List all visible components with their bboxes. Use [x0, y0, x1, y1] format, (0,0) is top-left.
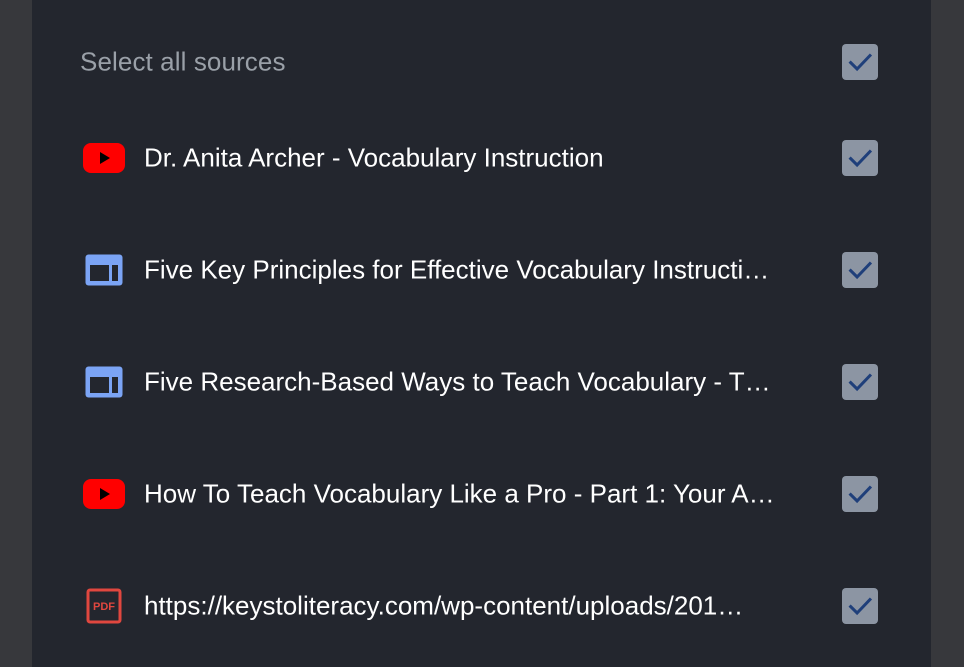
source-item[interactable]: Five Key Principles for Effective Vocabu… [32, 240, 931, 300]
web-article-icon [83, 252, 125, 288]
source-checkbox[interactable] [842, 588, 878, 624]
checkmark-icon [848, 261, 873, 280]
source-item[interactable]: How To Teach Vocabulary Like a Pro - Par… [32, 464, 931, 524]
source-title: Dr. Anita Archer - Vocabulary Instructio… [144, 142, 604, 173]
youtube-icon [83, 476, 125, 512]
source-title: https://keystoliteracy.com/wp-content/up… [144, 590, 744, 621]
checkmark-icon [848, 53, 873, 72]
source-checkbox[interactable] [842, 476, 878, 512]
source-checkbox[interactable] [842, 252, 878, 288]
sources-panel: Select all sources Dr. Anita Archer - Vo… [32, 0, 931, 667]
source-item[interactable]: Five Research-Based Ways to Teach Vocabu… [32, 352, 931, 412]
window-frame: Select all sources Dr. Anita Archer - Vo… [0, 0, 964, 667]
source-checkbox[interactable] [842, 364, 878, 400]
svg-text:PDF: PDF [93, 601, 115, 613]
source-title: Five Key Principles for Effective Vocabu… [144, 254, 770, 285]
source-item[interactable]: PDF https://keystoliteracy.com/wp-conten… [32, 576, 931, 636]
source-item[interactable]: Dr. Anita Archer - Vocabulary Instructio… [32, 128, 931, 188]
select-all-label: Select all sources [80, 46, 286, 77]
source-title: Five Research-Based Ways to Teach Vocabu… [144, 366, 771, 397]
source-checkbox[interactable] [842, 140, 878, 176]
select-all-checkbox[interactable] [842, 44, 878, 80]
checkmark-icon [848, 597, 873, 616]
source-title: How To Teach Vocabulary Like a Pro - Par… [144, 478, 775, 509]
web-article-icon [83, 364, 125, 400]
select-all-row[interactable]: Select all sources [32, 32, 931, 92]
youtube-icon [83, 140, 125, 176]
checkmark-icon [848, 373, 873, 392]
checkmark-icon [848, 485, 873, 504]
checkmark-icon [848, 149, 873, 168]
pdf-icon: PDF [83, 588, 125, 624]
